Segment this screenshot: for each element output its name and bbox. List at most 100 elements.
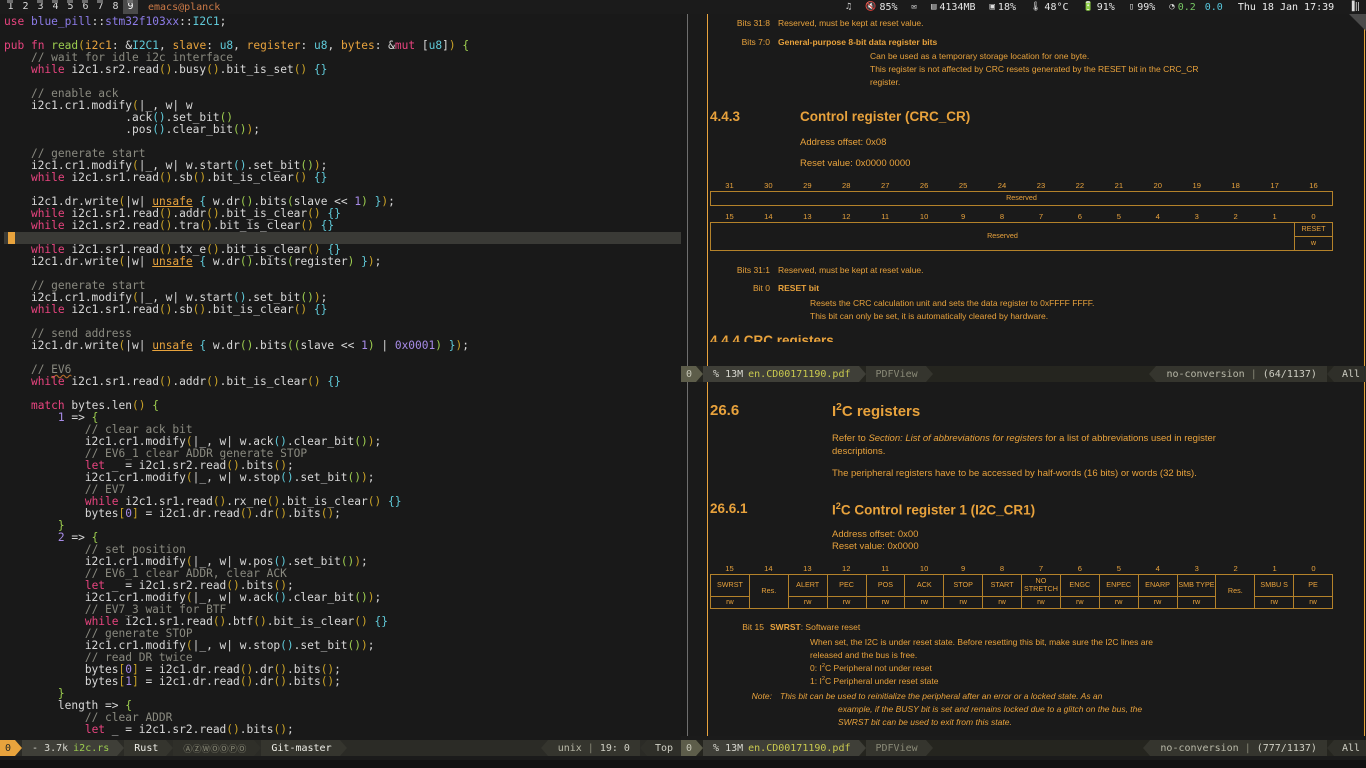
bit-number: 1 <box>1272 212 1277 221</box>
modeline-position-top: (64/1137) <box>1262 368 1317 380</box>
code-line[interactable]: i2c1.dr.write(|w| unsafe { w.dr().bits(r… <box>4 256 681 268</box>
rust-source-code[interactable]: use blue_pill::stm32f103xx::I2C1; pub fn… <box>0 14 681 736</box>
tray-value: 4134MB <box>939 1 976 13</box>
code-line[interactable]: let _ = i2c1.sr2.read().bits(); <box>4 724 681 736</box>
modeline-arrow-1 <box>696 366 704 382</box>
code-line[interactable]: i2c1.dr.write(|w| unsafe { w.dr().bits((… <box>4 340 681 352</box>
address-offset: Address offset: 0x08 <box>800 137 887 148</box>
modeline-sep-e6 <box>639 740 647 756</box>
modeline-major-mode: Rust <box>134 742 159 754</box>
bit-number: 7 <box>1038 563 1044 573</box>
modeline-major-mode-bottom: PDFView <box>875 742 918 754</box>
modeline-editor-wrap: 0 - 3.7k i2c.rs Rust ⒶⓏⓌⓄⓄⓅⓄ Git-master <box>0 740 681 760</box>
cursor-line[interactable] <box>4 232 681 244</box>
workspace-button-8[interactable]: 8 <box>108 0 123 14</box>
code-line[interactable]: match bytes.len() { <box>4 400 681 412</box>
workspace-button-7[interactable]: 7 <box>93 0 108 14</box>
bit-number: 13 <box>803 212 812 221</box>
bit-number: 4 <box>1155 563 1160 573</box>
register-field-access: rw <box>1098 595 1139 609</box>
workspace-button-1[interactable]: 1 <box>3 0 18 14</box>
music-note-icon: ♫ <box>845 1 852 12</box>
bit-number: 27 <box>880 181 890 190</box>
bit-number: 0 <box>1311 563 1316 573</box>
tray-battery-icon-2[interactable]: ▯ 99% <box>1122 0 1162 14</box>
bits-desc-line3: register. <box>870 77 901 87</box>
tray-battery-icon[interactable]: 🔋 91% <box>1076 0 1122 14</box>
register-field-access: rw <box>826 595 867 609</box>
note-line1: This bit can be used to reinitialize the… <box>780 690 1103 701</box>
tray-music-note-icon[interactable]: ♫ <box>839 0 858 14</box>
workspace-button-4[interactable]: 4 <box>48 0 63 14</box>
tray-cpu-icon[interactable]: ▣ 18% <box>983 0 1023 14</box>
tray-volume-mute-icon[interactable]: 🔇 85% <box>858 0 904 14</box>
code-line[interactable] <box>4 352 681 364</box>
code-line[interactable]: bytes[0] = i2c1.dr.read().dr().bits(); <box>4 508 681 520</box>
modeline-badge-editor: 0 <box>0 740 16 756</box>
modeline-pdf-top[interactable]: 0 % 13M en.CD00171190.pdf PDFView no-con… <box>681 366 1366 382</box>
code-line[interactable]: use blue_pill::stm32f103xx::I2C1; <box>4 16 681 28</box>
bit-number: 6 <box>1077 563 1083 573</box>
pdf-viewer-top[interactable]: Bits 31:8 Reserved, must be kept at rese… <box>681 14 1366 366</box>
workspace-button-3[interactable]: 3 <box>33 0 48 14</box>
bit-0-title: RESET bit <box>778 283 820 293</box>
workspace-button-5[interactable]: 5 <box>63 0 78 14</box>
pdf-content-bottom: 26.6 I2C registers Refer to Section: Lis… <box>710 382 1360 736</box>
modeline-position: 19: 0 <box>599 742 630 754</box>
reset-bit-access: w <box>1294 236 1333 251</box>
tray-memory-icon[interactable]: ▤ 4134MB <box>924 0 983 14</box>
reserved-cell-low: Reserved <box>710 222 1295 251</box>
code-line[interactable]: while i2c1.sr1.read().sb().bit_is_clear(… <box>4 172 681 184</box>
pdf-viewer-bottom[interactable]: 26.6 I2C registers Refer to Section: Lis… <box>681 382 1366 736</box>
bit-number: 9 <box>960 563 966 573</box>
bit-0-label: Bit 0 <box>752 283 770 293</box>
code-line[interactable]: while i2c1.sr1.read().addr().bit_is_clea… <box>4 376 681 388</box>
bit-number: 6 <box>1077 212 1083 221</box>
register-field-name: SMB TYPE <box>1176 573 1217 597</box>
bit-number: 14 <box>764 563 773 573</box>
bit-number: 4 <box>1155 212 1160 221</box>
bits-label: Bits 31:8 <box>736 18 770 28</box>
bits-desc-line1: Can be used as a temporary storage locat… <box>870 51 1090 61</box>
tiling-layout-icon[interactable]: ▐‖ <box>1342 0 1364 14</box>
emacs-code-buffer[interactable]: use blue_pill::stm32f103xx::I2C1; pub fn… <box>0 14 681 740</box>
modeline-minor-modes[interactable]: ⒶⓏⓌⓄⓄⓅⓄ <box>183 742 246 755</box>
bits-text: Reserved, must be kept at reset value. <box>778 18 924 28</box>
tray-thermometer-icon[interactable]: 🌡 48°C <box>1023 0 1076 14</box>
window-title: emacs@planck <box>148 1 221 13</box>
tray-mail-icon[interactable]: ✉ <box>905 0 924 14</box>
bit-number: 21 <box>1114 181 1124 190</box>
tray-value: 99% <box>1137 1 1156 13</box>
workspace-button-9[interactable]: 9 <box>123 0 138 14</box>
pdf-left-rule <box>707 14 708 366</box>
register-field-name: Res. <box>1215 573 1256 609</box>
clock[interactable]: Thu 18 Jan 17:39 <box>1230 2 1342 13</box>
code-line[interactable]: while i2c1.sr1.read().sb().bit_is_clear(… <box>4 304 681 316</box>
modeline-vc-branch[interactable]: Git-master <box>271 743 331 754</box>
workspace-marker-icon <box>127 0 133 3</box>
modeline-editor[interactable]: 0 - 3.7k i2c.rs Rust ⒶⓏⓌⓄⓄⓅⓄ Git-master <box>0 740 681 756</box>
bit-number: 8 <box>999 212 1005 221</box>
register-field-name: ALERT <box>787 573 828 597</box>
section-number: 4.4.3 <box>710 109 741 124</box>
code-line[interactable]: .pos().clear_bit()); <box>4 124 681 136</box>
para2: The peripheral registers have to be acce… <box>832 468 1197 479</box>
bit-number: 5 <box>1116 212 1121 221</box>
code-line[interactable]: bytes[1] = i2c1.dr.read().dr().bits(); <box>4 676 681 688</box>
volume-mute-icon: 🔇 <box>865 1 877 12</box>
code-line[interactable]: while i2c1.sr2.read().busy().bit_is_set(… <box>4 64 681 76</box>
code-line[interactable]: } <box>4 520 681 532</box>
register-field-access: rw <box>1293 595 1333 609</box>
status-bar: 123456789 emacs@planck ♫ 🔇 85% ✉ ▤ 4134MB ▣ 18%… <box>0 0 1366 14</box>
workspace-button-6[interactable]: 6 <box>78 0 93 14</box>
modeline-pdf-bottom[interactable]: 0 % 13M en.CD00171190.pdf PDFView no-con… <box>681 740 1366 756</box>
modeline-scroll-top: All <box>1341 368 1360 380</box>
pdf-content-top: Bits 31:8 Reserved, must be kept at rese… <box>710 14 1360 366</box>
workspace-button-2[interactable]: 2 <box>18 0 33 14</box>
code-line[interactable]: while i2c1.sr2.read().tra().bit_is_clear… <box>4 220 681 232</box>
bit15-opt0: 0: I2C Peripheral not under reset <box>810 662 932 673</box>
bit-number: 15 <box>725 212 734 221</box>
modeline-sep-4 <box>1326 366 1334 382</box>
reset-value-2: Reset value: 0x0000 <box>832 540 919 552</box>
tray-wifi-icon[interactable]: ◔ 0.2 0.0 <box>1162 0 1230 14</box>
